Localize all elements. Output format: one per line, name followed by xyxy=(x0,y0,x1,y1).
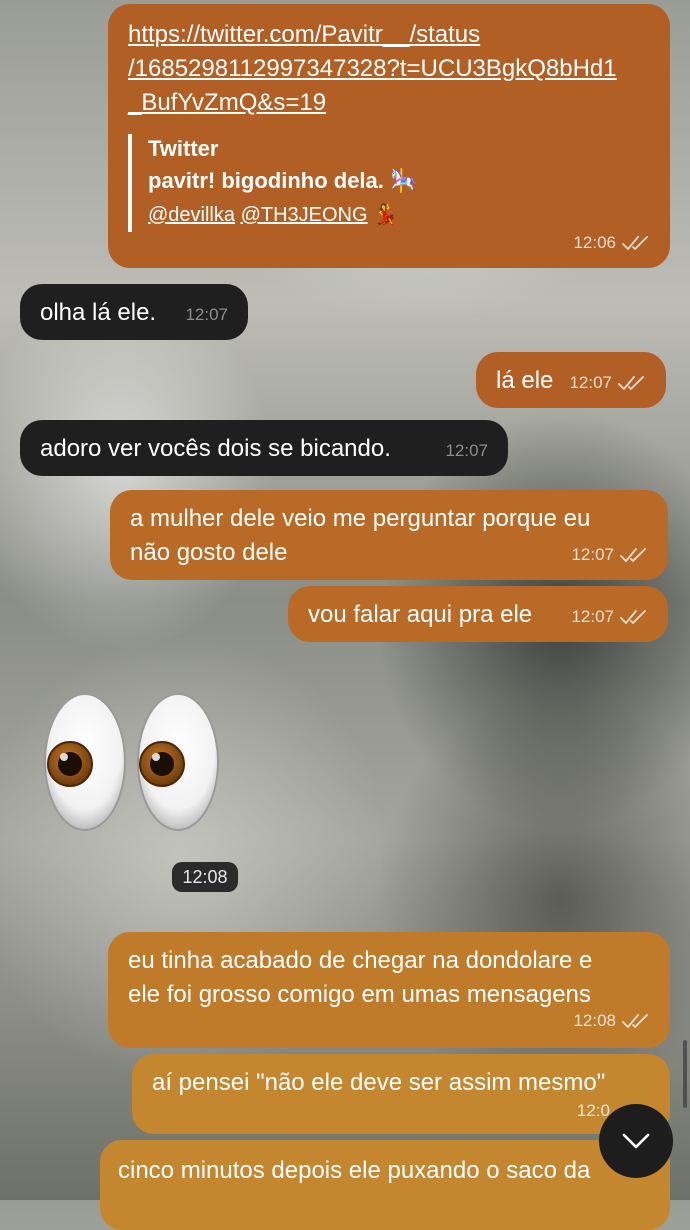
eyes-emoji-sticker[interactable] xyxy=(40,690,230,835)
message-time: 12:08 xyxy=(573,1011,616,1030)
double-check-icon xyxy=(620,609,650,625)
mention-link[interactable]: @devillka xyxy=(148,204,235,226)
message-link[interactable]: https://twitter.com/Pavitr__/status /168… xyxy=(128,18,650,120)
link-line[interactable]: _BufYvZmQ&s=19 xyxy=(128,86,650,120)
sticker-time: 12:08 xyxy=(172,862,238,892)
double-check-icon xyxy=(620,547,650,563)
message-text: a mulher dele veio me perguntar porque e… xyxy=(130,505,591,532)
left-eye xyxy=(44,693,126,831)
message-meta: 12:06 xyxy=(573,226,652,260)
link-preview[interactable]: Twitter pavitr! bigodinho dela. 🎠 @devil… xyxy=(128,134,650,232)
message-meta: 12:07 xyxy=(185,298,228,332)
message-text: cinco minutos depois ele puxando o saco … xyxy=(118,1157,591,1184)
message-text: olha lá ele. xyxy=(40,299,157,326)
message-bubble-outgoing[interactable]: lá ele 12:07 xyxy=(476,352,666,408)
message-time: 12:07 xyxy=(569,373,612,392)
message-bubble-outgoing[interactable]: eu tinha acabado de chegar na dondolare … xyxy=(108,932,670,1048)
message-meta: 12:07 xyxy=(571,538,650,572)
double-check-icon xyxy=(622,235,652,251)
message-text: vou falar aqui pra ele xyxy=(308,601,533,628)
message-time: 12:06 xyxy=(573,233,616,252)
message-text: aí pensei "não ele deve ser assim mesmo" xyxy=(152,1069,606,1096)
message-bubble-incoming[interactable]: olha lá ele. 12:07 xyxy=(20,284,248,340)
right-eye xyxy=(137,693,219,831)
chevron-down-icon xyxy=(622,1133,650,1149)
message-bubble-outgoing[interactable]: https://twitter.com/Pavitr__/status /168… xyxy=(108,4,670,268)
link-line[interactable]: /1685298112997347328?t=UCU3BgkQ8bHd1 xyxy=(128,52,650,86)
scrollbar[interactable] xyxy=(683,1040,687,1108)
double-check-icon xyxy=(618,375,648,391)
message-text: eu tinha acabado de chegar na dondolare … xyxy=(128,947,593,974)
message-text: adoro ver vocês dois se bicando. xyxy=(40,435,391,462)
message-meta: 12:07 xyxy=(569,366,648,400)
message-time: 12:07 xyxy=(445,441,488,460)
scroll-to-bottom-button[interactable] xyxy=(599,1104,673,1178)
message-bubble-outgoing[interactable]: aí pensei "não ele deve ser assim mesmo"… xyxy=(132,1054,670,1134)
message-meta: 12:08 xyxy=(573,1004,652,1038)
message-time: 12:07 xyxy=(571,545,614,564)
link-preview-site: Twitter xyxy=(148,136,219,161)
double-check-icon xyxy=(622,1013,652,1029)
message-text: lá ele xyxy=(496,367,554,394)
link-line[interactable]: https://twitter.com/Pavitr__/status xyxy=(128,18,650,52)
message-bubble-incoming[interactable]: adoro ver vocês dois se bicando. 12:07 xyxy=(20,420,508,476)
message-meta: 12:07 xyxy=(571,600,650,634)
message-bubble-outgoing[interactable]: a mulher dele veio me perguntar porque e… xyxy=(110,490,668,580)
message-bubble-outgoing[interactable]: cinco minutos depois ele puxando o saco … xyxy=(100,1140,670,1230)
message-meta: 12:07 xyxy=(445,434,488,468)
message-time: 12:07 xyxy=(185,305,228,324)
link-preview-text: pavitr! bigodinho dela. 🎠 xyxy=(148,168,418,193)
message-time: 12:07 xyxy=(571,607,614,626)
message-bubble-outgoing[interactable]: vou falar aqui pra ele 12:07 xyxy=(288,586,668,642)
mention-link[interactable]: @TH3JEONG xyxy=(241,204,368,226)
dancer-emoji: 💃 xyxy=(373,204,399,226)
